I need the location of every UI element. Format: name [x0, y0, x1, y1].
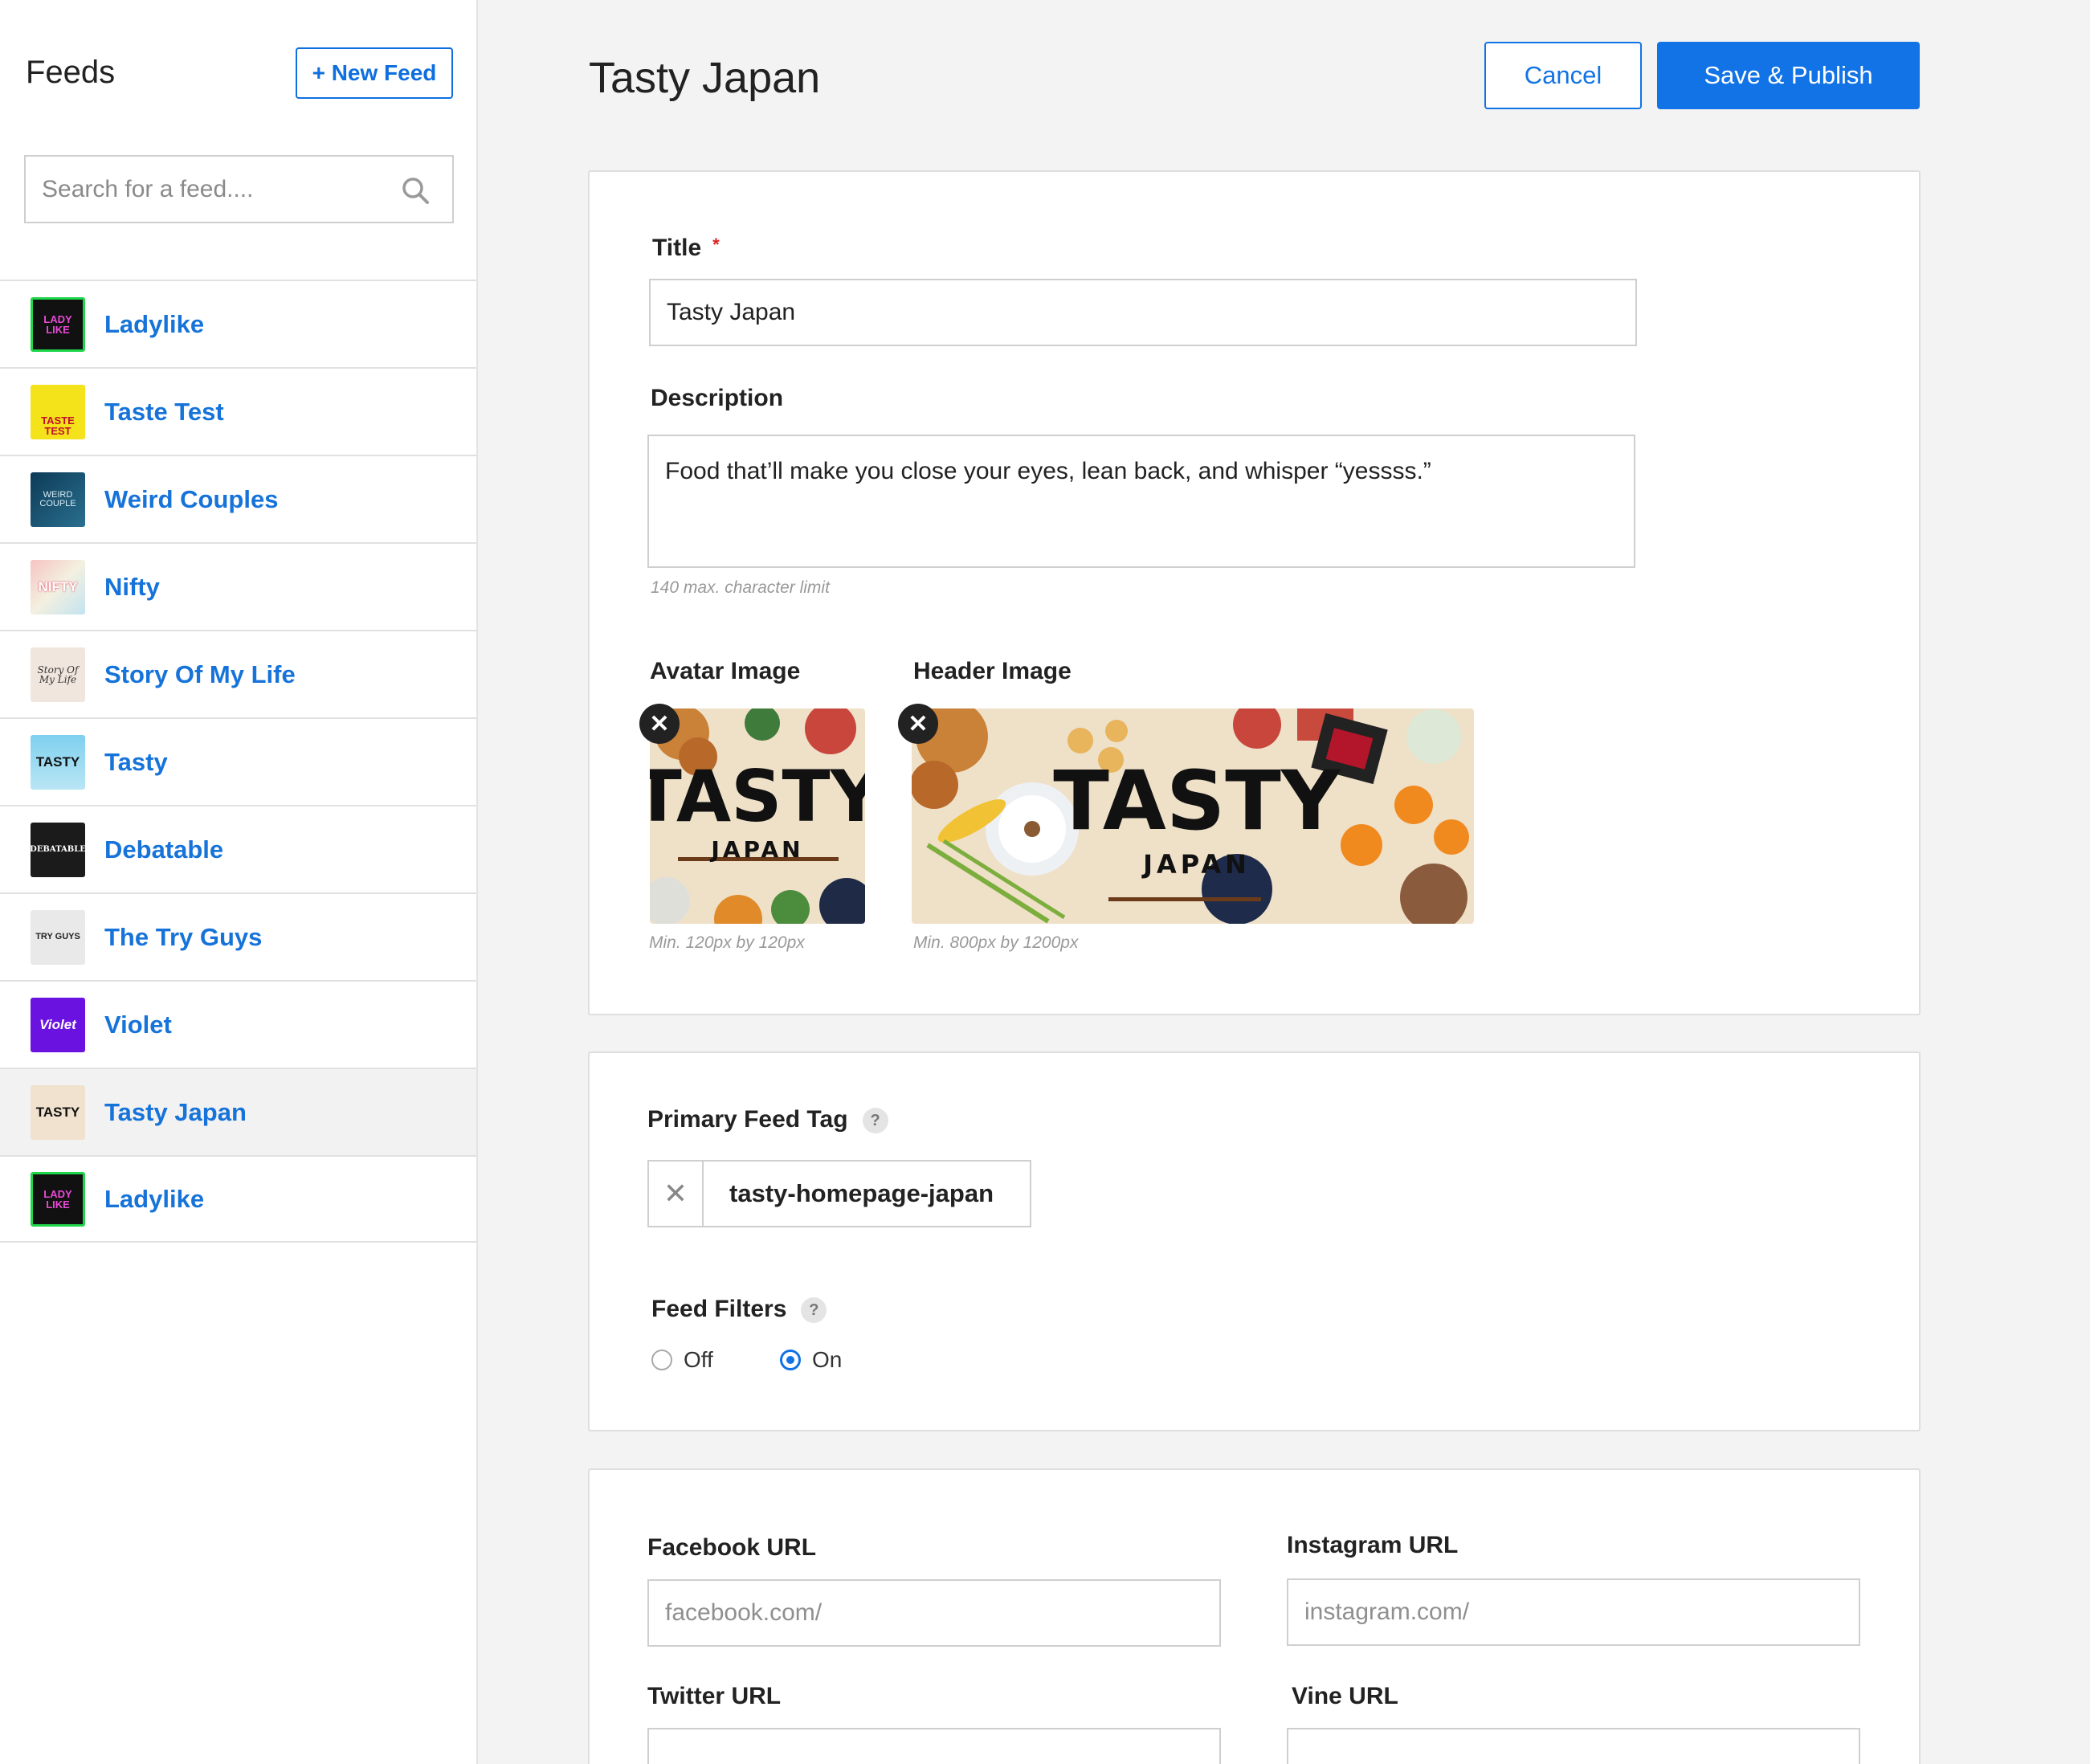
- avatar-image-title: TASTY: [650, 755, 865, 838]
- feed-item-weird-couples[interactable]: WEIRD COUPLE Weird Couples: [0, 455, 476, 542]
- sidebar-title: Feeds: [26, 55, 116, 90]
- feed-item-taste-test[interactable]: TASTE TEST Taste Test: [0, 367, 476, 455]
- feed-item-label: Story Of My Life: [104, 659, 296, 688]
- description-textarea[interactable]: Food that’ll make you close your eyes, l…: [647, 435, 1635, 568]
- avatar-hint: Min. 120px by 120px: [649, 933, 805, 952]
- cancel-button[interactable]: Cancel: [1484, 42, 1642, 109]
- feed-item-label: The Try Guys: [104, 922, 263, 951]
- save-publish-button[interactable]: Save & Publish: [1657, 42, 1920, 109]
- title-label-text: Title: [652, 235, 702, 261]
- title-input[interactable]: [649, 279, 1637, 346]
- title-label: Title *: [652, 235, 720, 262]
- search-icon[interactable]: [401, 176, 430, 205]
- feed-list: LADY LIKE Ladylike TASTE TEST Taste Test…: [0, 280, 476, 1243]
- feed-thumbnail: DEBATABLE: [31, 822, 85, 877]
- filter-off-label: Off: [684, 1347, 713, 1372]
- radio-circle: [651, 1350, 672, 1370]
- feed-item-ladylike[interactable]: LADY LIKE Ladylike: [0, 280, 476, 367]
- filter-off-radio[interactable]: Off: [651, 1347, 713, 1373]
- feed-tags-card: Primary Feed Tag? ✕ tasty-homepage-japan…: [588, 1051, 1921, 1431]
- remove-tag-icon[interactable]: ✕: [649, 1162, 704, 1226]
- primary-feed-tag-value: tasty-homepage-japan: [729, 1179, 994, 1207]
- feed-item-tasty-japan[interactable]: TASTY Tasty Japan: [0, 1068, 476, 1155]
- feed-item-ladylike[interactable]: LADY LIKE Ladylike: [0, 1155, 476, 1243]
- feed-filters-label-text: Feed Filters: [651, 1296, 787, 1322]
- remove-header-icon[interactable]: ✕: [898, 704, 938, 744]
- instagram-url-label: Instagram URL: [1287, 1532, 1459, 1558]
- feed-item-label: Weird Couples: [104, 484, 279, 513]
- primary-feed-tag-label-text: Primary Feed Tag: [647, 1106, 848, 1133]
- twitter-url-label: Twitter URL: [647, 1683, 782, 1709]
- feed-item-label: Nifty: [104, 572, 160, 601]
- remove-avatar-icon[interactable]: ✕: [639, 704, 680, 744]
- feed-details-card: Title * Description Food that’ll make you…: [588, 170, 1921, 1015]
- feed-item-debatable[interactable]: DEBATABLE Debatable: [0, 805, 476, 892]
- filter-on-label: On: [812, 1347, 843, 1372]
- header-image-subtitle: JAPAN: [1141, 849, 1251, 880]
- feed-item-label: Tasty Japan: [104, 1097, 247, 1126]
- avatar-image-label: Avatar Image: [650, 658, 801, 684]
- feed-thumbnail: TASTE TEST: [31, 384, 85, 439]
- header-image-title: TASTY: [1053, 753, 1341, 849]
- feed-search: [24, 155, 454, 223]
- page-title: Tasty Japan: [589, 54, 821, 102]
- description-hint: 140 max. character limit: [651, 578, 830, 597]
- feed-item-label: Ladylike: [104, 1184, 205, 1213]
- search-input[interactable]: [26, 157, 395, 222]
- description-label: Description: [651, 385, 784, 411]
- feed-item-label: Ladylike: [104, 309, 205, 338]
- feed-item-story-of-my-life[interactable]: Story Of My Life Story Of My Life: [0, 630, 476, 717]
- sidebar: Feeds + New Feed LADY LIKE Ladylike TAST…: [0, 0, 478, 1764]
- twitter-url-input[interactable]: [647, 1728, 1221, 1764]
- feed-thumbnail: Violet: [31, 997, 85, 1052]
- header-image-art: TASTY JAPAN: [912, 708, 1474, 924]
- help-icon[interactable]: ?: [801, 1297, 827, 1324]
- feed-item-label: Violet: [104, 1010, 172, 1039]
- feed-item-label: Tasty: [104, 747, 168, 776]
- feed-thumbnail: LADY LIKE: [31, 1171, 85, 1227]
- filter-on-radio[interactable]: On: [780, 1347, 842, 1373]
- avatar-image-subtitle: JAPAN: [709, 836, 803, 863]
- header-image[interactable]: TASTY JAPAN: [912, 708, 1474, 924]
- feed-thumbnail: WEIRD COUPLE: [31, 472, 85, 527]
- instagram-url-input[interactable]: [1287, 1578, 1860, 1646]
- primary-feed-tag-field: ✕ tasty-homepage-japan: [647, 1160, 1031, 1227]
- avatar-image[interactable]: TASTY JAPAN: [650, 708, 865, 924]
- radio-circle: [780, 1350, 801, 1370]
- feed-filters-label: Feed Filters?: [651, 1296, 827, 1324]
- header-hint: Min. 800px by 1200px: [913, 933, 1079, 952]
- required-mark: *: [712, 235, 720, 255]
- feed-thumbnail: NIFTY: [31, 559, 85, 615]
- help-icon[interactable]: ?: [862, 1108, 888, 1134]
- feed-thumbnail: TASTY: [31, 1084, 85, 1140]
- header-image-label: Header Image: [913, 658, 1072, 684]
- feed-thumbnail: Story Of My Life: [31, 647, 85, 702]
- vine-url-label: Vine URL: [1292, 1683, 1398, 1709]
- feed-item-label: Debatable: [104, 835, 224, 864]
- feed-thumbnail: LADY LIKE: [31, 296, 85, 352]
- facebook-url-input[interactable]: [647, 1579, 1221, 1647]
- social-urls-card: Facebook URL Instagram URL Twitter URL V…: [588, 1468, 1921, 1764]
- feed-item-violet[interactable]: Violet Violet: [0, 980, 476, 1068]
- facebook-url-label: Facebook URL: [647, 1534, 817, 1561]
- primary-feed-tag-label: Primary Feed Tag?: [647, 1106, 888, 1134]
- feed-item-tasty[interactable]: TASTY Tasty: [0, 717, 476, 805]
- new-feed-button[interactable]: + New Feed: [296, 47, 453, 99]
- feed-thumbnail: TRY GUYS: [31, 909, 85, 965]
- feed-item-label: Taste Test: [104, 397, 224, 426]
- feed-item-the-try-guys[interactable]: TRY GUYS The Try Guys: [0, 892, 476, 980]
- avatar-image-art: TASTY JAPAN: [650, 708, 865, 924]
- feed-item-nifty[interactable]: NIFTY Nifty: [0, 542, 476, 630]
- vine-url-input[interactable]: [1287, 1728, 1860, 1764]
- feed-thumbnail: TASTY: [31, 734, 85, 790]
